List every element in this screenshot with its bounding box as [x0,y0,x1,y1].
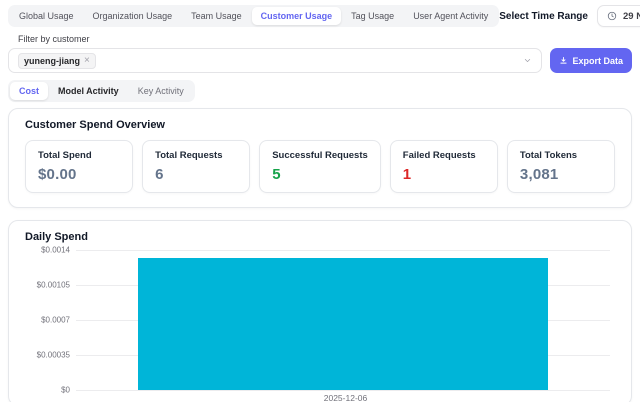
tab-organization-usage[interactable]: Organization Usage [84,7,182,25]
metric-label: Total Requests [155,150,237,161]
y-axis-tick-label: $0.0007 [41,316,70,325]
time-range-section: Select Time Range 29 Nov, 13:21 - 6 Dec,… [499,5,640,27]
y-axis-tick-label: $0.00035 [37,351,70,360]
metric-card-row: Total Spend $0.00 Total Requests 6 Succe… [25,140,615,193]
metric-label: Successful Requests [272,150,368,161]
y-axis-tick-label: $0.00105 [37,281,70,290]
daily-spend-bar[interactable] [138,258,548,390]
daily-spend-plot: $0.0014$0.00105$0.0007$0.00035$0 [76,250,610,390]
metric-label: Total Tokens [520,150,602,161]
export-data-button[interactable]: Export Data [550,48,632,73]
export-data-label: Export Data [572,56,623,66]
y-axis-tick-label: $0 [61,386,70,395]
time-range-picker[interactable]: 29 Nov, 13:21 - 6 Dec, 13:21 [597,5,640,27]
filter-row: yuneng-jiang × Export Data [8,48,632,73]
metric-label: Failed Requests [403,150,485,161]
tab-key-activity[interactable]: Key Activity [129,82,193,100]
chevron-down-icon[interactable] [523,56,532,65]
tab-model-activity[interactable]: Model Activity [49,82,128,100]
customer-tag-label: yuneng-jiang [24,56,80,66]
y-gridline [76,250,610,251]
metric-value: 3,081 [520,166,602,183]
metric-total-tokens: Total Tokens 3,081 [507,140,615,193]
x-axis-tick-label: 2025-12-06 [76,393,615,402]
view-tab-list: Cost Model Activity Key Activity [8,80,195,102]
tab-cost[interactable]: Cost [10,82,48,100]
clock-icon [607,11,617,21]
remove-tag-icon[interactable]: × [84,56,90,66]
metric-value: 5 [272,166,368,183]
usage-tab-list: Global Usage Organization Usage Team Usa… [8,5,499,27]
overview-title: Customer Spend Overview [25,119,615,131]
metric-total-spend: Total Spend $0.00 [25,140,133,193]
tab-user-agent-activity[interactable]: User Agent Activity [404,7,497,25]
tab-customer-usage[interactable]: Customer Usage [252,7,342,25]
y-axis-tick-label: $0.0014 [41,246,70,255]
daily-spend-card: Daily Spend $0.0014$0.00105$0.0007$0.000… [8,220,632,402]
metric-failed-requests: Failed Requests 1 [390,140,498,193]
metric-value: 6 [155,166,237,183]
time-range-label: Select Time Range [499,11,588,22]
tab-tag-usage[interactable]: Tag Usage [342,7,403,25]
metric-successful-requests: Successful Requests 5 [259,140,381,193]
metric-total-requests: Total Requests 6 [142,140,250,193]
customer-tag: yuneng-jiang × [18,53,96,69]
customer-filter-input[interactable]: yuneng-jiang × [8,48,542,73]
customer-spend-overview-card: Customer Spend Overview Total Spend $0.0… [8,108,632,208]
tab-global-usage[interactable]: Global Usage [10,7,83,25]
metric-label: Total Spend [38,150,120,161]
metric-value: $0.00 [38,166,120,183]
tab-team-usage[interactable]: Team Usage [182,7,251,25]
top-bar: Global Usage Organization Usage Team Usa… [0,0,640,27]
metric-value: 1 [403,166,485,183]
y-gridline [76,390,610,391]
daily-spend-title: Daily Spend [25,231,615,243]
filter-by-customer-label: Filter by customer [18,34,640,44]
download-icon [559,56,568,65]
time-range-value: 29 Nov, 13:21 - 6 Dec, 13:21 [623,11,640,22]
